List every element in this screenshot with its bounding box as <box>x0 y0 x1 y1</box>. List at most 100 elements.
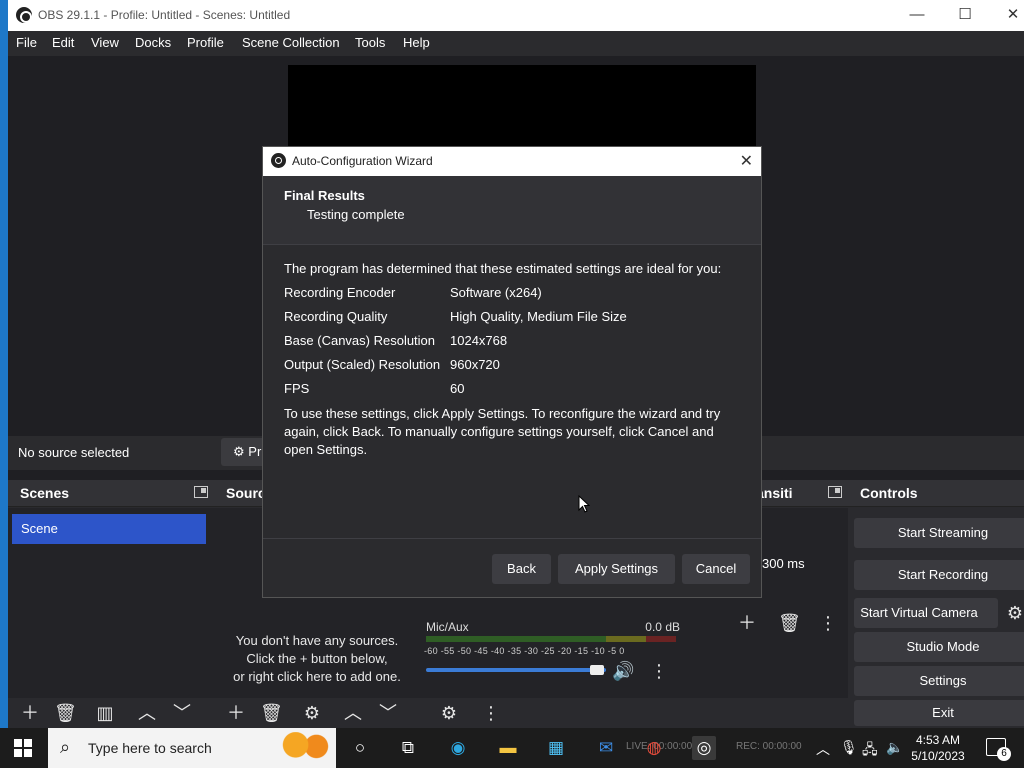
menu-profile[interactable]: Profile <box>187 35 224 50</box>
properties-label: Pr <box>248 444 262 459</box>
gear-icon[interactable]: ⚙ <box>301 702 323 724</box>
speaker-icon[interactable]: 🔊 <box>612 660 634 682</box>
start-streaming-button[interactable]: Start Streaming <box>854 518 1024 548</box>
move-up-icon[interactable]: ︿ <box>342 702 364 724</box>
title-bar[interactable]: OBS 29.1.1 - Profile: Untitled - Scenes:… <box>8 0 1024 31</box>
transition-duration[interactable]: 300 ms <box>762 556 805 571</box>
menu-tools[interactable]: Tools <box>355 35 385 50</box>
mixer-db-value: 0.0 dB <box>645 620 680 634</box>
menu-scene-collection[interactable]: Scene Collection <box>242 35 340 50</box>
back-button[interactable]: Back <box>492 554 551 584</box>
microsoft-store-icon[interactable]: ▦ <box>544 736 568 760</box>
search-icon: ⌕ <box>60 737 71 757</box>
edge-browser-icon[interactable]: ◉ <box>446 736 470 760</box>
results-subheading: Testing complete <box>307 207 405 222</box>
notification-icon[interactable]: 6 <box>986 738 1011 761</box>
mixer-toolbar: ⚙ ⋮ <box>420 698 686 728</box>
volume-icon[interactable]: 🔈 <box>886 739 903 756</box>
menu-file[interactable]: File <box>16 35 37 50</box>
chevron-up-icon[interactable]: ︿ <box>816 739 830 759</box>
mail-icon[interactable]: ✉ <box>594 736 618 760</box>
taskbar-search-box[interactable]: ⌕ Type here to search <box>48 728 336 768</box>
apply-settings-button[interactable]: Apply Settings <box>558 554 675 584</box>
filter-icon[interactable]: ▥ <box>94 702 116 724</box>
menu-bar: File Edit View Docks Profile Scene Colle… <box>8 31 1024 56</box>
trash-icon[interactable]: 🗑 <box>778 612 801 634</box>
kebab-menu-icon[interactable]: ⋮ <box>648 660 670 682</box>
minimize-button[interactable]: — <box>894 4 940 26</box>
empty-line-2: Click the + button below, <box>246 651 388 666</box>
move-up-icon[interactable]: ︿ <box>136 702 158 724</box>
setting-label: Recording Quality <box>284 309 388 324</box>
obs-taskbar-icon[interactable]: ◎ <box>692 736 716 760</box>
setting-value: 1024x768 <box>450 333 508 348</box>
menu-help[interactable]: Help <box>403 35 430 50</box>
windows-start-icon[interactable] <box>14 739 32 757</box>
search-placeholder: Type here to search <box>88 740 212 756</box>
empty-line-3: or right click here to add one. <box>233 669 401 684</box>
scene-item[interactable]: Scene <box>12 514 206 544</box>
setting-value: 60 <box>450 381 465 396</box>
dialog-title-bar[interactable]: Auto-Configuration Wizard ✕ <box>263 147 761 176</box>
network-icon[interactable]: 🖧 <box>862 739 878 763</box>
clock-date: 5/10/2023 <box>911 749 965 763</box>
setting-label: FPS <box>284 381 310 396</box>
scenes-toolbar: ＋ 🗑 ▥ ︿ ﹀ <box>8 698 214 728</box>
mouse-cursor-icon <box>578 495 590 513</box>
task-view-icon[interactable]: ⧉ <box>396 736 420 760</box>
microphone-icon[interactable]: 🎙 <box>840 739 858 756</box>
start-recording-button[interactable]: Start Recording <box>854 560 1024 590</box>
exit-button[interactable]: Exit <box>854 700 1024 726</box>
scenes-dock-header: Scenes <box>8 480 214 507</box>
studio-mode-button[interactable]: Studio Mode <box>854 632 1024 662</box>
notification-count: 6 <box>997 747 1011 761</box>
advanced-audio-icon[interactable]: ⚙ <box>438 702 460 724</box>
chrome-icon[interactable]: ◍ <box>642 736 666 760</box>
scenes-list: Scene <box>8 508 214 698</box>
results-heading: Final Results <box>284 188 365 203</box>
close-button[interactable]: ✕ <box>990 4 1024 26</box>
dialog-title: Auto-Configuration Wizard <box>292 154 433 168</box>
setting-value: Software (x264) <box>450 285 542 300</box>
setting-value: 960x720 <box>450 357 500 372</box>
scenes-title: Scenes <box>20 485 70 501</box>
move-down-icon[interactable]: ﹀ <box>171 702 193 724</box>
add-icon[interactable]: ＋ <box>736 612 758 634</box>
undock-icon[interactable] <box>828 486 842 498</box>
trash-icon[interactable]: 🗑 <box>260 702 283 724</box>
menu-docks[interactable]: Docks <box>135 35 171 50</box>
controls-dock: Controls Start Streaming Start Recording… <box>848 480 1024 728</box>
close-icon[interactable]: ✕ <box>740 151 753 171</box>
cortana-icon[interactable]: ○ <box>348 736 372 760</box>
menu-edit[interactable]: Edit <box>52 35 74 50</box>
volume-slider-thumb[interactable] <box>590 665 604 675</box>
controls-title: Controls <box>860 485 918 501</box>
start-virtual-camera-button[interactable]: Start Virtual Camera <box>854 598 998 628</box>
undock-icon[interactable] <box>194 486 208 498</box>
cancel-button[interactable]: Cancel <box>682 554 750 584</box>
kebab-menu-icon[interactable]: ⋮ <box>480 702 502 724</box>
menu-view[interactable]: View <box>91 35 119 50</box>
scenes-dock: Scenes Scene ＋ 🗑 ▥ ︿ ﹀ <box>8 480 214 728</box>
system-clock[interactable]: 4:53 AM 5/10/2023 <box>908 732 968 764</box>
obs-logo-icon <box>271 153 286 168</box>
dialog-header: Final Results Testing complete <box>263 176 761 245</box>
auto-config-wizard-dialog: Auto-Configuration Wizard ✕ Final Result… <box>262 146 762 598</box>
settings-button[interactable]: Settings <box>854 666 1024 696</box>
rec-status: REC: 00:00:00 <box>736 741 802 752</box>
setting-label: Base (Canvas) Resolution <box>284 333 436 348</box>
maximize-button[interactable]: ☐ <box>942 4 988 26</box>
kebab-menu-icon[interactable]: ⋮ <box>817 612 839 634</box>
add-icon[interactable]: ＋ <box>225 702 247 724</box>
results-intro: The program has determined that these es… <box>284 261 722 276</box>
gear-icon[interactable]: ⚙ <box>1004 602 1024 624</box>
move-down-icon[interactable]: ﹀ <box>377 702 399 724</box>
add-icon[interactable]: ＋ <box>19 702 41 724</box>
trash-icon[interactable]: 🗑 <box>54 702 77 724</box>
file-explorer-icon[interactable]: ▬ <box>496 736 520 760</box>
windows-taskbar: ⌕ Type here to search ○ ⧉ ◉ ▬ ▦ ✉ LIVE: … <box>0 728 1024 768</box>
instructions-text: To use these settings, click Apply Setti… <box>284 406 721 457</box>
obs-logo-icon <box>16 7 32 23</box>
gear-icon: ⚙ <box>233 444 245 459</box>
volume-slider[interactable] <box>426 668 606 672</box>
